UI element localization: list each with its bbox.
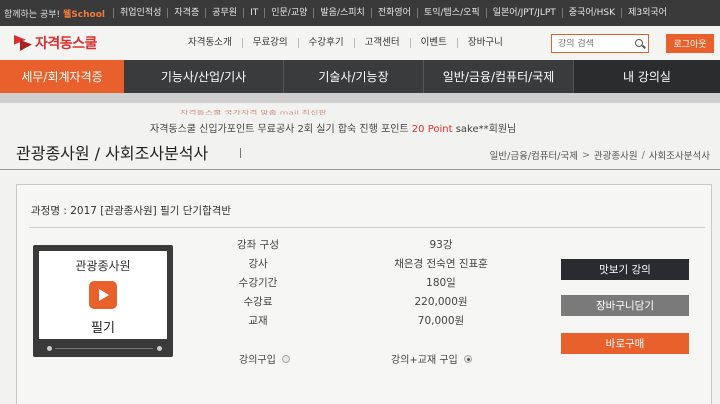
top-slogan: 함께하는 공부! 웰School — [4, 9, 105, 20]
info-value: 채은경 전숙연 진표훈 — [394, 258, 488, 270]
radio-lecture-textbook[interactable] — [463, 354, 472, 363]
category-engineer[interactable]: 기술사/기능장 — [284, 60, 424, 93]
top-utility-bar: 함께하는 공부! 웰School 취업인적성 자격증 공무원 IT 인문/교양 … — [0, 0, 720, 26]
preview-lecture-button[interactable]: 맛보기 강의 — [561, 259, 689, 280]
top-link-chinese[interactable]: 중국어/HSK — [561, 8, 621, 18]
menu-about[interactable]: 자격동소개 — [178, 38, 242, 48]
search-icon[interactable] — [634, 38, 646, 50]
notice-ticker: 자격동스쿨 국가자격 맞춤 mail 최신판 자격동스쿨 신입가포인트 무료공사… — [0, 103, 720, 137]
info-row-period: 수강기간 180일 — [203, 275, 503, 294]
sub-nav-strip — [0, 93, 720, 103]
top-link-it[interactable]: IT — [243, 8, 264, 18]
option-lecture-textbook[interactable]: 강의+교재 구입 — [391, 351, 472, 366]
search-box — [551, 34, 649, 53]
course-info-table: 강좌 구성 93강 강사 채은경 전숙연 진표훈 수강기간 180일 수강료 2… — [203, 237, 503, 332]
top-link-japanese[interactable]: 일본어/JPT/JLPT — [485, 8, 562, 18]
top-link-toeic[interactable]: 토익/텝스/오픽 — [416, 8, 486, 18]
menu-support[interactable]: 고객센터 — [353, 38, 410, 48]
category-nav: 세무/회계자격증 기능사/산업/기사 기술사/기능장 일반/금융/컴퓨터/국제 … — [0, 60, 720, 93]
thumbnail-subtitle: 필기 — [91, 321, 115, 336]
top-link-civil[interactable]: 공무원 — [205, 8, 243, 18]
top-link-speech[interactable]: 발음/스피치 — [313, 8, 370, 18]
purchase-options: 강의구입 강의+교재 구입 — [17, 351, 713, 371]
page-title-row: 관광종사원 / 사회조사분석사 일반/금융/컴퓨터/국제 > 관광종사원 / 사… — [0, 136, 720, 170]
breadcrumb-item-tourism[interactable]: 관광종사원 — [594, 148, 638, 162]
menu-free-lecture[interactable]: 무료강의 — [241, 38, 298, 48]
site-header: 자격동스쿨 자격동소개 무료강의 수강후기 고객센터 이벤트 장바구니 로그아웃 — [0, 26, 720, 60]
buy-now-button[interactable]: 바로구매 — [561, 333, 689, 354]
title-cursor — [240, 148, 241, 158]
info-label: 수강료 — [243, 296, 273, 308]
category-technician[interactable]: 기능사/산업/기사 — [124, 60, 284, 93]
breadcrumb-item-survey[interactable]: 사회조사분석사 — [649, 148, 710, 162]
thumbnail-title: 관광종사원 — [75, 259, 131, 273]
info-label: 강좌 구성 — [237, 239, 279, 251]
top-link-other-lang[interactable]: 제3외국어 — [621, 8, 673, 18]
menu-reviews[interactable]: 수강후기 — [297, 38, 354, 48]
option-lecture-only[interactable]: 강의구입 — [239, 351, 290, 366]
radio-lecture-only[interactable] — [281, 354, 290, 363]
menu-cart[interactable]: 장바구니 — [456, 38, 513, 48]
notice-line-2[interactable]: 자격동스쿨 신입가포인트 무료공사 2회 실기 합숙 진행 포인트 20 Poi… — [150, 120, 516, 135]
info-value: 70,000원 — [417, 315, 465, 327]
category-general[interactable]: 일반/금융/컴퓨터/국제 — [424, 60, 574, 93]
search-input[interactable] — [558, 38, 634, 49]
course-panel: 과정명 : 2017 [관광종사원] 필기 단기합격반 관광종사원 필기 강좌 … — [16, 184, 712, 404]
info-row-textbook: 교재 70,000원 — [203, 313, 503, 332]
top-link-phone-english[interactable]: 전화영어 — [370, 8, 417, 18]
category-my-classroom[interactable]: 내 강의실 — [574, 60, 720, 93]
breadcrumb-item-general[interactable]: 일반/금융/컴퓨터/국제 — [490, 148, 578, 162]
top-link-humanities[interactable]: 인문/교양 — [264, 8, 313, 18]
top-slogan-brand[interactable]: 웰School — [63, 10, 105, 20]
info-row-fee: 수강료 220,000원 — [203, 294, 503, 313]
menu-events[interactable]: 이벤트 — [409, 38, 457, 48]
logo-text: 자격동스쿨 — [35, 36, 97, 52]
notice-line-1: 자격동스쿨 국가자격 맞춤 mail 최신판 — [180, 110, 327, 117]
info-value: 93강 — [429, 239, 453, 251]
category-tax-accounting[interactable]: 세무/회계자격증 — [0, 60, 124, 93]
info-row-lectures: 강좌 구성 93강 — [203, 237, 503, 256]
info-value: 220,000원 — [414, 296, 468, 308]
thumbnail-screen: 관광종사원 필기 — [39, 251, 167, 339]
course-thumbnail[interactable]: 관광종사원 필기 — [33, 245, 173, 357]
chevron-right-icon: / — [641, 149, 645, 161]
info-row-instructor: 강사 채은경 전숙연 진표훈 — [203, 256, 503, 275]
info-label: 강사 — [248, 258, 268, 270]
page-title: 관광종사원 / 사회조사분석사 — [16, 144, 209, 163]
notice-highlight: 20 Point — [411, 124, 453, 135]
info-label: 수강기간 — [238, 277, 278, 289]
panel-divider — [29, 227, 705, 228]
thumbnail-progress-track — [55, 348, 153, 349]
main-menu: 자격동소개 무료강의 수강후기 고객센터 이벤트 장바구니 — [178, 38, 513, 48]
logout-button[interactable]: 로그아웃 — [666, 34, 714, 53]
play-icon[interactable] — [89, 281, 117, 309]
top-link-job[interactable]: 취업인적성 — [113, 8, 167, 18]
course-name: 과정명 : 2017 [관광종사원] 필기 단기합격반 — [31, 205, 232, 217]
site-logo[interactable]: 자격동스쿨 — [14, 33, 164, 53]
top-link-cert[interactable]: 자격증 — [167, 8, 205, 18]
flag-logo-icon — [14, 35, 32, 51]
info-label: 교재 — [248, 315, 268, 327]
chevron-right-icon: > — [581, 149, 590, 161]
info-value: 180일 — [426, 277, 456, 289]
add-to-cart-button[interactable]: 장바구니담기 — [561, 295, 689, 316]
breadcrumb: 일반/금융/컴퓨터/국제 > 관광종사원 / 사회조사분석사 — [490, 148, 710, 163]
